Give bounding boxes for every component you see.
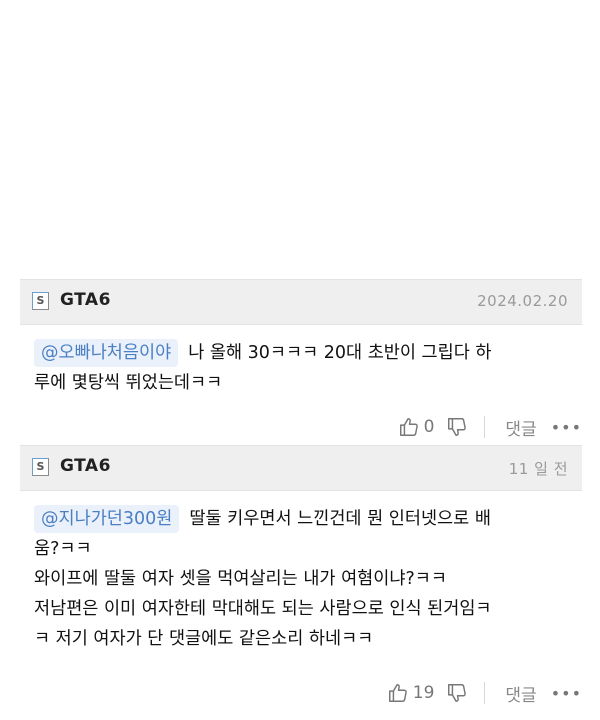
site-badge-icon: S bbox=[32, 458, 49, 476]
comment-text: 루에 몇탕씩 뛰었는데ㅋㅋ bbox=[34, 373, 223, 393]
comment-text: 와이프에 딸둘 여자 셋을 먹여살리는 내가 여혐이냐?ㅋㅋ bbox=[34, 569, 447, 589]
comment-line: @오빠나처음이야 나 올해 30ㅋㅋㅋ 20대 초반이 그립다 하 bbox=[34, 338, 574, 368]
comment-header: S GTA6 11 일 전 bbox=[20, 445, 582, 491]
comment-line: @지나가던300원 딸둘 키우면서 느낀건데 뭔 인터넷으로 배 bbox=[34, 504, 574, 534]
comment-text: 움?ㅋㅋ bbox=[34, 539, 92, 559]
comment-actions: 19 댓글 ••• bbox=[387, 679, 582, 707]
comment-date: 11 일 전 bbox=[508, 460, 568, 478]
reply-button[interactable]: 댓글 bbox=[505, 415, 536, 440]
like-count: 0 bbox=[423, 417, 435, 437]
comment-text: ㅋ 저기 여자가 단 댓글에도 같은소리 하네ㅋㅋ bbox=[34, 629, 374, 649]
more-options-icon[interactable]: ••• bbox=[551, 418, 582, 437]
blank-area bbox=[0, 0, 600, 278]
like-button[interactable] bbox=[387, 682, 409, 704]
comment-actions: 0 댓글 ••• bbox=[398, 413, 582, 441]
comment-body: @지나가던300원 딸둘 키우면서 느낀건데 뭔 인터넷으로 배 움?ㅋㅋ 와이프… bbox=[34, 504, 574, 654]
comment-text: 나 올해 30ㅋㅋㅋ 20대 초반이 그립다 하 bbox=[188, 343, 492, 363]
thumbs-down-icon bbox=[448, 684, 467, 702]
mention-tag[interactable]: @오빠나처음이야 bbox=[34, 339, 179, 367]
comment-date: 2024.02.20 bbox=[477, 292, 568, 310]
like-count: 19 bbox=[412, 683, 435, 703]
comment-username[interactable]: GTA6 bbox=[60, 456, 111, 476]
like-button[interactable] bbox=[398, 416, 420, 438]
thumbs-up-icon bbox=[399, 418, 418, 436]
thumbs-down-icon bbox=[448, 418, 467, 436]
comment-text: 딸둘 키우면서 느낀건데 뭔 인터넷으로 배 bbox=[189, 509, 491, 529]
divider bbox=[484, 416, 486, 438]
comment-username[interactable]: GTA6 bbox=[60, 290, 111, 310]
dislike-button[interactable] bbox=[446, 682, 468, 704]
comment-header: S GTA6 2024.02.20 bbox=[20, 279, 582, 325]
thumbs-up-icon bbox=[388, 684, 407, 702]
reply-button[interactable]: 댓글 bbox=[505, 681, 536, 706]
dislike-button[interactable] bbox=[446, 416, 468, 438]
divider bbox=[484, 682, 486, 704]
more-options-icon[interactable]: ••• bbox=[551, 684, 582, 703]
mention-tag[interactable]: @지나가던300원 bbox=[34, 505, 180, 533]
comment-page: S GTA6 2024.02.20 @오빠나처음이야 나 올해 30ㅋㅋㅋ 20대… bbox=[0, 0, 600, 720]
site-badge-icon: S bbox=[32, 292, 49, 310]
comment-body: @오빠나처음이야 나 올해 30ㅋㅋㅋ 20대 초반이 그립다 하 루에 몇탕씩 … bbox=[34, 338, 574, 398]
comment-text: 저남편은 이미 여자한테 막대해도 되는 사람으로 인식 된거임ㅋ bbox=[34, 599, 492, 619]
